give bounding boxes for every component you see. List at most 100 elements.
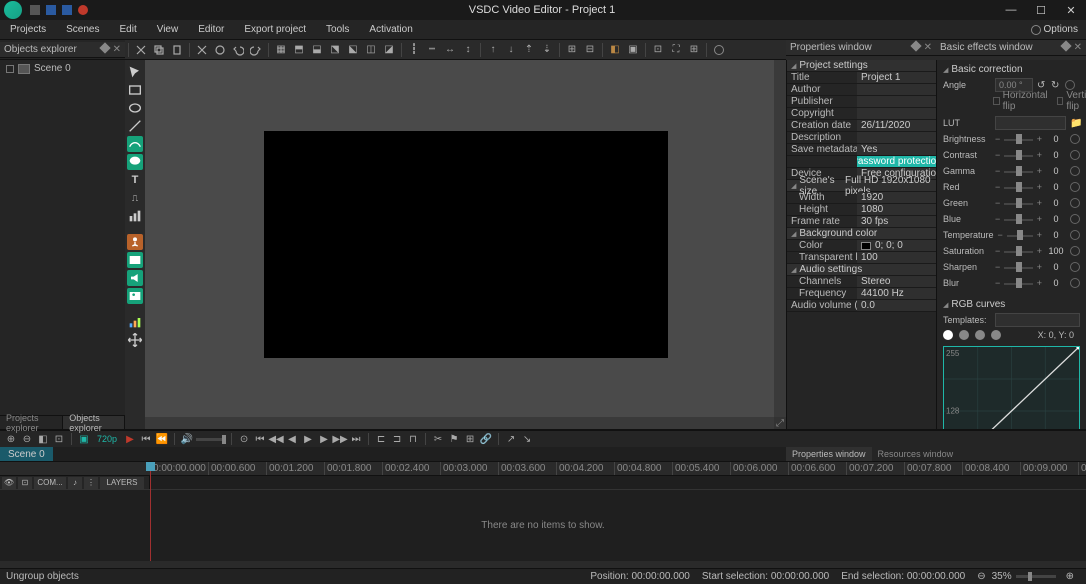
slider-contrast-value[interactable]: 0 — [1046, 150, 1066, 160]
pin-icon[interactable] — [1060, 40, 1071, 51]
image-tool[interactable] — [127, 288, 143, 304]
templates-combo[interactable] — [995, 313, 1080, 327]
reset-temperature-icon[interactable] — [1070, 230, 1080, 240]
prop-created-value[interactable]: 26/11/2020 — [857, 120, 936, 131]
curve-channel-b[interactable] — [991, 330, 1001, 340]
slider-plus-icon[interactable]: + — [1037, 182, 1042, 192]
volume-slider[interactable] — [196, 438, 226, 441]
slider-red[interactable] — [1004, 182, 1032, 192]
collapse-button[interactable]: ↘ — [520, 432, 534, 446]
align-center-h-tool[interactable]: ⬓ — [309, 42, 325, 58]
tl-audio-icon[interactable]: ♪ — [68, 477, 82, 489]
link-button[interactable]: 🔗 — [479, 432, 493, 446]
slider-minus-icon[interactable]: − — [995, 214, 1000, 224]
move-tool[interactable] — [127, 332, 143, 348]
bring-front-tool[interactable]: ↑ — [485, 42, 501, 58]
section-scene-size[interactable]: Scene's sizeFull HD 1920x1080 pixels — [787, 180, 936, 192]
rotate-ccw-icon[interactable]: ↺ — [1037, 80, 1047, 90]
prop-author-value[interactable] — [857, 84, 936, 95]
tl-lock-icon[interactable]: ⊡ — [18, 477, 32, 489]
preview-safe-button[interactable]: ▣ — [77, 432, 91, 446]
ellipse-tool-btn[interactable] — [127, 100, 143, 116]
expand-button[interactable]: ↗ — [504, 432, 518, 446]
distribute-v-tool[interactable]: ┅ — [424, 42, 440, 58]
redo-tool[interactable] — [248, 42, 264, 58]
close-button[interactable]: ✕ — [1056, 0, 1086, 20]
scene-tab-0[interactable]: Scene 0 — [0, 447, 53, 461]
tl-com-header[interactable]: COM... — [34, 477, 66, 489]
prop-width-value[interactable]: 1920 — [857, 192, 936, 203]
slider-blur[interactable] — [1004, 278, 1032, 288]
slider-green[interactable] — [1004, 198, 1032, 208]
slider-saturation-value[interactable]: 100 — [1046, 246, 1066, 256]
cut-tool[interactable] — [133, 42, 149, 58]
prop-freq-value[interactable]: 44100 Hz — [857, 288, 936, 299]
slider-gamma[interactable] — [1004, 166, 1032, 176]
canvas-scroll-vertical[interactable] — [774, 60, 786, 429]
prop-height-value[interactable]: 1080 — [857, 204, 936, 215]
tl-layers-header[interactable]: LAYERS — [100, 477, 144, 489]
tooltip-tool[interactable]: ⎍ — [127, 190, 143, 206]
prop-desc-value[interactable] — [857, 132, 936, 143]
set-in-button[interactable]: ⊏ — [374, 432, 388, 446]
hflip-checkbox[interactable]: Horizontal flip — [993, 90, 1049, 112]
slider-sharpen-value[interactable]: 0 — [1046, 262, 1066, 272]
prop-color-value[interactable]: 0; 0; 0 — [857, 240, 936, 251]
prop-channels-value[interactable]: Stereo — [857, 276, 936, 287]
text-tool[interactable]: T — [127, 172, 143, 188]
tl-step-fwd-button[interactable]: ▶▶ — [333, 432, 347, 446]
video-effects-tool[interactable] — [127, 252, 143, 268]
volume-button[interactable]: 🔊 — [180, 432, 194, 446]
slider-plus-icon[interactable]: + — [1037, 230, 1042, 240]
move-down-tool[interactable]: ⇣ — [539, 42, 555, 58]
prev-frame-button[interactable]: ⏪ — [155, 432, 169, 446]
tl-goto-end-button[interactable]: ⏭ — [349, 432, 363, 446]
align-top-tool[interactable]: ⬕ — [345, 42, 361, 58]
options-button[interactable]: Options — [1023, 24, 1086, 35]
same-width-tool[interactable]: ↔ — [442, 42, 458, 58]
slider-green-value[interactable]: 0 — [1046, 198, 1066, 208]
safe-zone-tool[interactable]: ⊞ — [686, 42, 702, 58]
curve-channel-rgb[interactable] — [943, 330, 953, 340]
slider-plus-icon[interactable]: + — [1037, 166, 1042, 176]
slider-brightness-value[interactable]: 0 — [1046, 134, 1066, 144]
audio-effects-tool[interactable] — [127, 270, 143, 286]
slider-minus-icon[interactable]: − — [998, 230, 1003, 240]
align-left-tool[interactable]: ⬒ — [291, 42, 307, 58]
section-rgb-curves[interactable]: RGB curves — [943, 297, 1080, 312]
tl-fx-icon[interactable]: ⋮ — [84, 477, 98, 489]
expand-icon[interactable] — [6, 65, 14, 73]
color-swatch[interactable] — [861, 242, 871, 250]
save-project-icon[interactable] — [62, 5, 72, 15]
curve-channel-g[interactable] — [975, 330, 985, 340]
line-tool[interactable] — [127, 118, 143, 134]
canvas-scroll-horizontal[interactable] — [145, 417, 774, 429]
prop-fps-value[interactable]: 30 fps — [857, 216, 936, 227]
password-protection-button[interactable]: Password protection — [857, 156, 936, 167]
slider-plus-icon[interactable]: + — [1037, 134, 1042, 144]
stop-button[interactable]: ⊙ — [237, 432, 251, 446]
chart-tool[interactable] — [127, 208, 143, 224]
reset-blue-icon[interactable] — [1070, 214, 1080, 224]
status-zoom-out[interactable]: ⊖ — [971, 571, 991, 582]
tab-properties-window[interactable]: Properties window — [786, 447, 872, 461]
slider-minus-icon[interactable]: − — [995, 150, 1000, 160]
vflip-checkbox[interactable]: Vertical flip — [1057, 90, 1086, 112]
reset-brightness-icon[interactable] — [1070, 134, 1080, 144]
rgb-curve-canvas[interactable]: 255 128 — [943, 346, 1080, 429]
preview-zoom-button[interactable]: ⊖ — [20, 432, 34, 446]
record-icon[interactable] — [78, 5, 88, 15]
slider-minus-icon[interactable]: − — [995, 198, 1000, 208]
close-pane-icon[interactable]: ✕ — [924, 42, 932, 53]
send-back-tool[interactable]: ↓ — [503, 42, 519, 58]
reset-red-icon[interactable] — [1070, 182, 1080, 192]
prop-transp-value[interactable]: 100 — [857, 252, 936, 263]
slider-minus-icon[interactable]: − — [995, 134, 1000, 144]
delete-tool[interactable] — [194, 42, 210, 58]
marker-button[interactable]: ⚑ — [447, 432, 461, 446]
tree-item-scene0[interactable]: Scene 0 — [4, 62, 121, 75]
set-out-button[interactable]: ⊐ — [390, 432, 404, 446]
group-tool[interactable]: ⊞ — [564, 42, 580, 58]
crop-tool[interactable]: ◧ — [607, 42, 623, 58]
align-bottom-tool[interactable]: ◪ — [381, 42, 397, 58]
